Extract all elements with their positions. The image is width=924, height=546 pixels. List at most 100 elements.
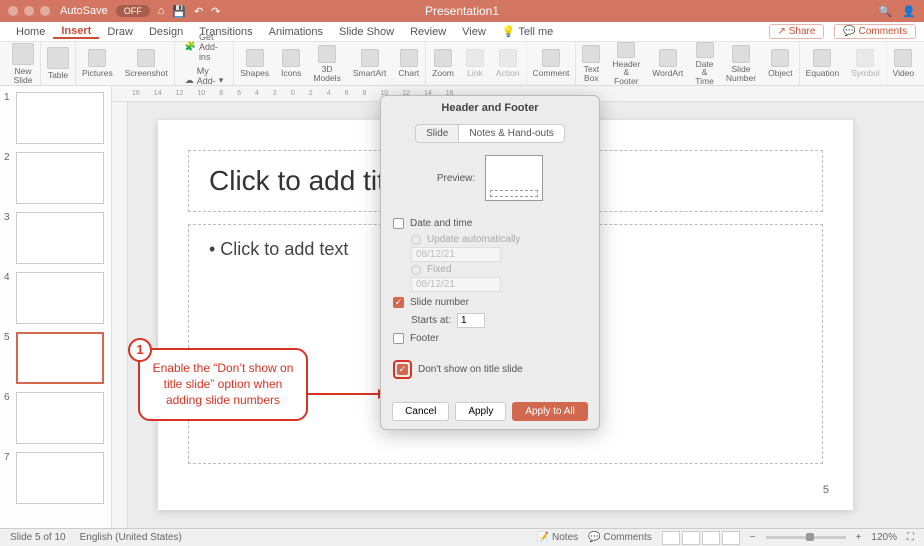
thumb-5[interactable]: 5 bbox=[4, 332, 107, 384]
ribbon-comment[interactable]: Comment bbox=[527, 42, 577, 85]
zoom-out-button[interactable]: − bbox=[750, 532, 756, 543]
thumb-3[interactable]: 3 bbox=[4, 212, 107, 264]
ribbon-object[interactable]: Object bbox=[762, 42, 800, 85]
tab-animations[interactable]: Animations bbox=[261, 26, 331, 38]
fixed-radio[interactable] bbox=[411, 265, 421, 275]
thumb-6[interactable]: 6 bbox=[4, 392, 107, 444]
apply-all-button[interactable]: Apply to All bbox=[512, 402, 587, 421]
window-titlebar: AutoSave OFF ⌂ 💾 ↶ ↷ Presentation1 🔍 👤 bbox=[0, 0, 924, 22]
close-icon[interactable] bbox=[8, 6, 18, 16]
ribbon-link[interactable]: Link bbox=[460, 42, 490, 85]
date-time-checkbox[interactable] bbox=[393, 218, 404, 229]
ribbon-zoom[interactable]: Zoom bbox=[426, 42, 460, 85]
undo-icon[interactable]: ↶ bbox=[194, 5, 203, 18]
ribbon-table[interactable]: Table bbox=[41, 42, 76, 85]
slide-number-icon bbox=[732, 45, 750, 63]
slide-page-number: 5 bbox=[823, 484, 829, 496]
zoom-slider[interactable] bbox=[766, 536, 846, 539]
fixed-date-field[interactable] bbox=[411, 277, 501, 292]
home-icon[interactable]: ⌂ bbox=[158, 5, 165, 17]
screenshot-icon bbox=[137, 49, 155, 67]
dialog-tab-slide[interactable]: Slide bbox=[415, 124, 459, 143]
sorter-view-button[interactable] bbox=[682, 531, 700, 545]
dont-show-title-row[interactable]: Don't show on title slide bbox=[393, 357, 587, 382]
ribbon-screenshot[interactable]: Screenshot bbox=[119, 42, 175, 85]
pictures-icon bbox=[88, 49, 106, 67]
thumb-1[interactable]: 1 bbox=[4, 92, 107, 144]
ribbon-smartart[interactable]: SmartArt bbox=[347, 42, 393, 85]
zoom-icon bbox=[434, 49, 452, 67]
fit-to-window-button[interactable]: ⛶ bbox=[907, 532, 914, 543]
ribbon-chart[interactable]: Chart bbox=[392, 42, 426, 85]
ribbon-icons[interactable]: Icons bbox=[275, 42, 307, 85]
slide-number-checkbox[interactable] bbox=[393, 297, 404, 308]
new-slide-icon bbox=[12, 43, 34, 65]
ribbon-new-slide[interactable]: New Slide bbox=[6, 42, 41, 85]
footer-checkbox[interactable] bbox=[393, 333, 404, 344]
document-title: Presentation1 bbox=[425, 4, 499, 18]
dialog-tab-handouts[interactable]: Notes & Hand-outs bbox=[459, 124, 565, 143]
wordart-icon bbox=[659, 49, 677, 67]
ribbon-equation[interactable]: Equation bbox=[800, 42, 846, 85]
update-auto-row: Update automatically bbox=[393, 234, 587, 245]
update-auto-radio[interactable] bbox=[411, 235, 421, 245]
slide-number-checkbox-row[interactable]: Slide number bbox=[393, 294, 587, 311]
tab-slide-show[interactable]: Slide Show bbox=[331, 26, 402, 38]
slide-thumbnails[interactable]: 1 2 3 4 5 6 7 bbox=[0, 86, 112, 528]
dont-show-title-checkbox[interactable] bbox=[397, 364, 408, 375]
ribbon-text-box[interactable]: Text Box bbox=[576, 42, 606, 85]
ribbon-3d-models[interactable]: 3D Models bbox=[307, 42, 346, 85]
dialog-title: Header and Footer bbox=[381, 96, 599, 120]
ribbon-slide-number[interactable]: Slide Number bbox=[720, 42, 762, 85]
comments-pane-button[interactable]: 💬 Comments bbox=[588, 532, 652, 543]
normal-view-button[interactable] bbox=[662, 531, 680, 545]
user-icon[interactable]: 👤 bbox=[902, 5, 916, 18]
minimize-icon[interactable] bbox=[24, 6, 34, 16]
tab-tell-me[interactable]: 💡 Tell me bbox=[494, 25, 561, 38]
zoom-level[interactable]: 120% bbox=[871, 532, 897, 543]
reading-view-button[interactable] bbox=[702, 531, 720, 545]
preview-thumbnail bbox=[485, 155, 543, 201]
auto-date-field[interactable] bbox=[411, 247, 501, 262]
date-time-checkbox-row[interactable]: Date and time bbox=[393, 215, 587, 232]
date-time-icon bbox=[696, 42, 714, 58]
apply-button[interactable]: Apply bbox=[455, 402, 506, 421]
ribbon-date-time[interactable]: Date & Time bbox=[689, 42, 720, 85]
tab-review[interactable]: Review bbox=[402, 26, 454, 38]
thumb-4[interactable]: 4 bbox=[4, 272, 107, 324]
footer-checkbox-row[interactable]: Footer bbox=[393, 330, 587, 347]
save-icon[interactable]: 💾 bbox=[172, 5, 186, 18]
status-language[interactable]: English (United States) bbox=[80, 532, 182, 543]
slide-number-label: Slide number bbox=[410, 297, 469, 308]
ribbon-pictures[interactable]: Pictures bbox=[76, 42, 119, 85]
maximize-icon[interactable] bbox=[40, 6, 50, 16]
autosave-toggle[interactable]: OFF bbox=[116, 5, 150, 17]
tab-view[interactable]: View bbox=[454, 26, 494, 38]
tab-home[interactable]: Home bbox=[8, 26, 53, 38]
slideshow-view-button[interactable] bbox=[722, 531, 740, 545]
search-icon[interactable]: 🔍 bbox=[879, 5, 893, 18]
thumb-2[interactable]: 2 bbox=[4, 152, 107, 204]
get-addins-button[interactable]: 🧩Get Add-ins bbox=[181, 31, 228, 63]
ribbon-action[interactable]: Action bbox=[490, 42, 527, 85]
cancel-button[interactable]: Cancel bbox=[392, 402, 449, 421]
thumb-7[interactable]: 7 bbox=[4, 452, 107, 504]
starts-at-input[interactable] bbox=[457, 313, 485, 328]
ribbon-audio[interactable]: Audio bbox=[920, 42, 924, 85]
tab-insert[interactable]: Insert bbox=[53, 25, 99, 39]
ribbon-header-footer[interactable]: Header & Footer bbox=[606, 42, 646, 85]
ribbon-wordart[interactable]: WordArt bbox=[646, 42, 689, 85]
comments-button[interactable]: 💬 Comments bbox=[834, 24, 916, 39]
window-controls[interactable] bbox=[8, 6, 50, 16]
comment-icon bbox=[542, 49, 560, 67]
dialog-tabs: Slide Notes & Hand-outs bbox=[381, 120, 599, 147]
ribbon-shapes[interactable]: Shapes bbox=[234, 42, 275, 85]
ribbon-video[interactable]: Video bbox=[887, 42, 921, 85]
menu-tabs: Home Insert Draw Design Transitions Anim… bbox=[0, 22, 924, 42]
zoom-in-button[interactable]: + bbox=[856, 532, 862, 543]
ribbon-symbol[interactable]: Symbol bbox=[845, 42, 886, 85]
notes-button[interactable]: 📝 Notes bbox=[537, 532, 578, 543]
redo-icon[interactable]: ↷ bbox=[211, 5, 220, 18]
tab-draw[interactable]: Draw bbox=[99, 26, 141, 38]
share-button[interactable]: ↗ Share bbox=[769, 24, 825, 39]
